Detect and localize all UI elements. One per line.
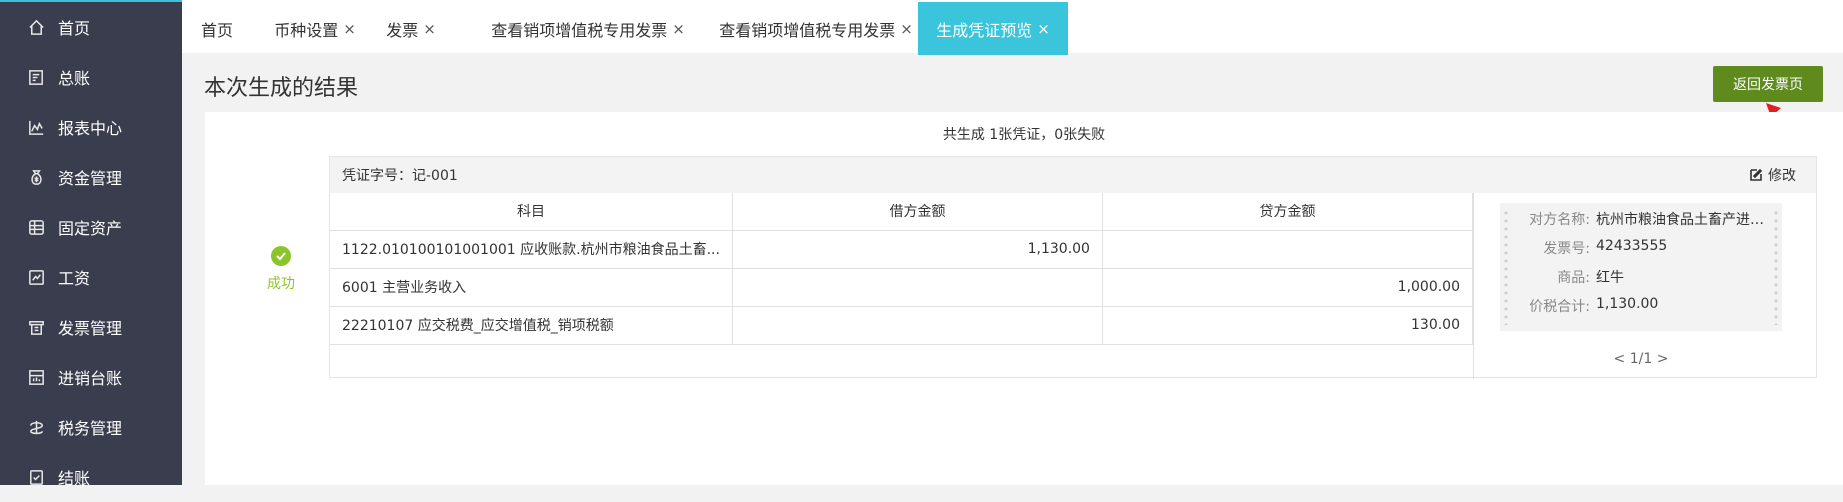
back-to-invoices-button[interactable]: 返回发票页 [1713, 66, 1823, 102]
column-header-account: 科目 [330, 193, 733, 231]
sidebar-item-purchase-sales[interactable]: 进销台账 [0, 352, 182, 402]
sidebar-item-home[interactable]: 首页 [0, 2, 182, 52]
total-key: 价税合计: [1529, 299, 1590, 315]
edit-voucher-button[interactable]: 修改 [1749, 165, 1796, 185]
voucher-entries-table: 科目 借方金额 贷方金额 1122.010100101001001 应收账款.杭… [330, 193, 1474, 345]
cell-debit [732, 268, 1103, 307]
invoice-goods: 商品: 红牛 [1500, 267, 1782, 287]
checkout-icon [26, 467, 46, 487]
tab-bar: 首页 币种设置 × 发票 × 查看销项增值税专用发票 × 查看销项增值税专用发票… [182, 0, 1843, 55]
pager-text[interactable]: < 1/1 > [1614, 351, 1669, 367]
cell-credit: 1,000.00 [1102, 268, 1474, 307]
sidebar-item-checkout[interactable]: 结账 [0, 452, 182, 502]
ledger-icon [26, 67, 46, 87]
invoice-icon [26, 317, 46, 337]
page-title: 本次生成的结果 [204, 76, 359, 101]
sidebar-item-label: 结账 [58, 469, 91, 488]
sidebar-item-reports[interactable]: 报表中心 [0, 102, 182, 152]
assets-icon [26, 217, 46, 237]
sidebar-item-label: 发票管理 [58, 319, 123, 338]
cell-credit [1102, 230, 1474, 269]
goods-value: 红牛 [1596, 270, 1624, 286]
sidebar-item-tax[interactable]: 税务管理 [0, 402, 182, 452]
sidebar-item-label: 固定资产 [58, 219, 123, 238]
tab-label: 查看销项增值税专用发票 [719, 20, 896, 40]
cell-account: 6001 主营业务收入 [330, 268, 733, 307]
edit-label: 修改 [1768, 168, 1796, 184]
result-status: 成功 [255, 246, 307, 293]
sidebar-item-label: 报表中心 [58, 119, 123, 138]
sidebar-item-label: 工资 [58, 269, 91, 288]
counterparty-key: 对方名称: [1529, 212, 1590, 228]
voucher-number: 凭证字号：记-001 [342, 168, 458, 184]
goods-key: 商品: [1557, 270, 1590, 286]
column-header-debit: 借方金额 [732, 193, 1103, 231]
edit-icon [1750, 168, 1763, 181]
column-header-credit: 贷方金额 [1102, 193, 1474, 231]
total-value: 1,130.00 [1596, 296, 1659, 312]
sidebar-item-label: 首页 [58, 19, 91, 38]
tab-home[interactable]: 首页 [182, 2, 252, 55]
voucher-header: 凭证字号：记-001 修改 [330, 157, 1816, 193]
sidebar: 首页 总账 报表中心 资金管理 固定资产 工资 发票管理 进销台账 税务管理 结… [0, 0, 182, 488]
sidebar-item-funds[interactable]: 资金管理 [0, 152, 182, 202]
column-divider [1473, 193, 1474, 379]
tab-view-output-vat-invoice-1[interactable]: 查看销项增值税专用发票 × [482, 2, 694, 55]
generation-summary: 共生成 1张凭证，0张失败 [942, 127, 1106, 143]
tab-currency-settings[interactable]: 币种设置 × [260, 2, 370, 55]
tab-label: 生成凭证预览 [936, 20, 1033, 40]
tab-view-output-vat-invoice-2[interactable]: 查看销项增值税专用发票 × [710, 2, 922, 55]
tax-icon [26, 417, 46, 437]
sidebar-item-label: 资金管理 [58, 169, 123, 188]
home-icon [26, 17, 46, 37]
voucher-card: 凭证字号：记-001 修改 科目 借方金额 贷方金额 1122.01010010… [329, 156, 1817, 379]
invoice-number-value: 42433555 [1596, 238, 1668, 254]
tab-voucher-preview[interactable]: 生成凭证预览 × [918, 2, 1068, 55]
table-row: 6001 主营业务收入 1,000.00 [330, 268, 1474, 307]
sidebar-item-label: 税务管理 [58, 419, 123, 438]
success-check-icon [271, 246, 291, 266]
invoice-total: 价税合计: 1,130.00 [1500, 296, 1782, 316]
invoice-counterparty: 对方名称: 杭州市粮油食品土畜产进出... [1500, 209, 1782, 229]
sidebar-item-fixed-assets[interactable]: 固定资产 [0, 202, 182, 252]
invoice-number: 发票号: 42433555 [1500, 238, 1782, 258]
tab-invoice[interactable]: 发票 × [378, 2, 444, 55]
purchase-sales-icon [26, 367, 46, 387]
salary-icon [26, 267, 46, 287]
cell-account: 22210107 应交税费_应交增值税_销项税额 [330, 306, 733, 345]
tab-label: 首页 [200, 20, 233, 40]
status-label: 成功 [267, 276, 295, 292]
sidebar-item-invoices[interactable]: 发票管理 [0, 302, 182, 352]
close-icon[interactable]: × [343, 20, 356, 38]
table-header-row: 科目 借方金额 贷方金额 [330, 193, 1474, 231]
close-icon[interactable]: × [672, 20, 685, 38]
sidebar-item-salary[interactable]: 工资 [0, 252, 182, 302]
report-chart-icon [26, 117, 46, 137]
table-row: 22210107 应交税费_应交增值税_销项税额 130.00 [330, 306, 1474, 345]
close-icon[interactable]: × [900, 20, 913, 38]
invoice-pager: < 1/1 > [1500, 351, 1782, 367]
close-icon[interactable]: × [1037, 20, 1050, 38]
table-row: 1122.010100101001001 应收账款.杭州市粮油食品土畜... 1… [330, 230, 1474, 269]
tab-label: 查看销项增值税专用发票 [491, 20, 668, 40]
sidebar-item-label: 进销台账 [58, 369, 123, 388]
cell-debit [732, 306, 1103, 345]
tab-label: 币种设置 [274, 20, 339, 40]
invoice-number-key: 发票号: [1543, 241, 1590, 257]
sidebar-item-label: 总账 [58, 69, 91, 88]
counterparty-value: 杭州市粮油食品土畜产进出... [1596, 212, 1768, 228]
close-icon[interactable]: × [423, 20, 436, 38]
money-bag-icon [26, 167, 46, 187]
tab-label: 发票 [386, 20, 419, 40]
cell-credit: 130.00 [1102, 306, 1474, 345]
invoice-info-card: 对方名称: 杭州市粮油食品土畜产进出... 发票号: 42433555 商品: … [1500, 203, 1782, 331]
results-panel: 共生成 1张凭证，0张失败 成功 凭证字号：记-001 修改 科目 借方金额 贷… [205, 112, 1843, 485]
sidebar-item-ledger[interactable]: 总账 [0, 52, 182, 102]
cell-account: 1122.010100101001001 应收账款.杭州市粮油食品土畜... [330, 230, 733, 269]
cell-debit: 1,130.00 [732, 230, 1103, 269]
